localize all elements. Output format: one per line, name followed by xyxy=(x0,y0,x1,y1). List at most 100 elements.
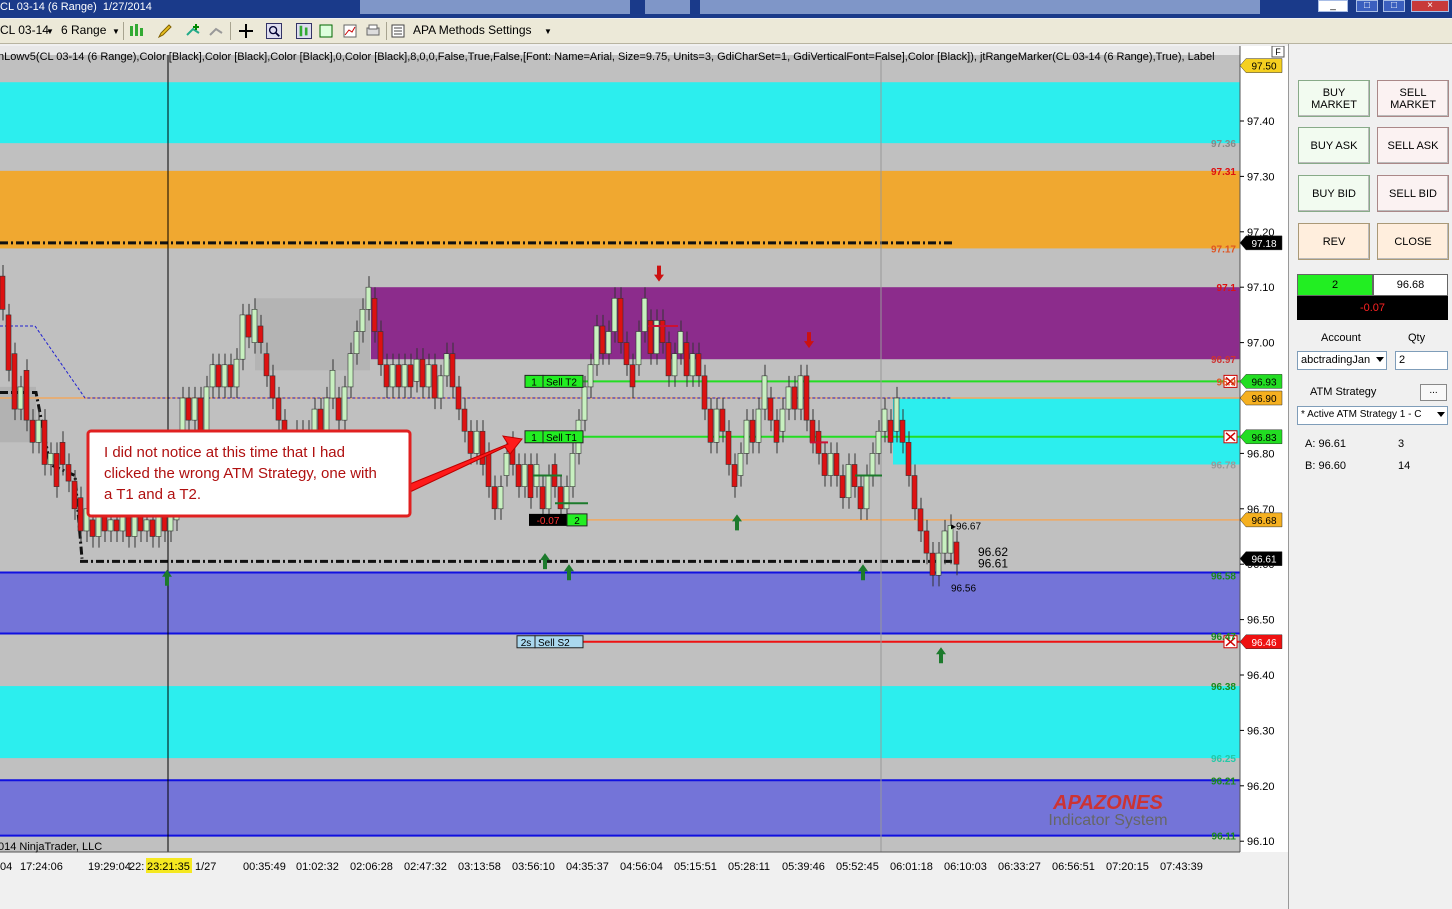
price-tick-label: 97.40 xyxy=(1247,116,1275,128)
interval-select[interactable]: 6 Range xyxy=(61,23,106,37)
stop-order-qty: 2s xyxy=(521,638,532,649)
candlestick xyxy=(497,486,504,510)
candlestick xyxy=(599,325,606,354)
candlestick xyxy=(917,508,924,532)
pencil-icon[interactable] xyxy=(157,23,173,39)
candlestick xyxy=(335,397,342,421)
zone-label: 96.25 xyxy=(1211,754,1236,765)
atm-strategy-value: * Active ATM Strategy 1 - C xyxy=(1301,409,1422,420)
crosshair-icon[interactable] xyxy=(238,23,254,39)
candlestick xyxy=(443,353,450,377)
price-tick-label: 97.00 xyxy=(1247,338,1275,350)
candlestick xyxy=(623,342,630,366)
buy-market-button[interactable]: BUY MARKET xyxy=(1298,80,1370,117)
sell-ask-button[interactable]: SELL ASK xyxy=(1377,127,1449,164)
candlestick xyxy=(755,408,762,443)
candlestick xyxy=(59,442,66,465)
chart-trader-icon[interactable] xyxy=(342,23,358,39)
candlestick xyxy=(413,358,420,382)
price-note-low: 96.56 xyxy=(951,583,976,594)
print-icon[interactable] xyxy=(365,23,381,39)
time-tick-label: 05:52:45 xyxy=(836,861,879,873)
candlestick xyxy=(65,464,72,482)
close-position-button[interactable]: CLOSE xyxy=(1377,223,1449,260)
data-box-icon[interactable] xyxy=(318,23,334,39)
candlestick xyxy=(737,453,744,476)
candlestick xyxy=(41,419,48,465)
chevron-down-icon[interactable]: ▼ xyxy=(46,27,54,36)
price-tick-label: 96.80 xyxy=(1247,448,1275,460)
price-chart[interactable]: APAZONES Indicator System nLowv5(CL 03-14 … xyxy=(0,46,1288,909)
price-note: 96.61 xyxy=(978,556,1008,570)
reverse-button[interactable]: REV xyxy=(1298,223,1370,260)
sell-market-button[interactable]: SELL MARKET xyxy=(1377,80,1449,117)
qty-stepper[interactable]: 2 xyxy=(1395,351,1448,370)
atm-strategy-select[interactable]: * Active ATM Strategy 1 - C xyxy=(1297,406,1448,425)
buy-bid-button[interactable]: BUY BID xyxy=(1298,175,1370,212)
candlestick xyxy=(449,353,456,388)
candlestick xyxy=(245,314,252,338)
toolbar-separator xyxy=(386,22,387,40)
zone-label: 97.36 xyxy=(1211,139,1236,150)
strategy-icon[interactable] xyxy=(208,23,224,39)
time-tick-label: 06:33:27 xyxy=(998,861,1041,873)
candlestick xyxy=(329,369,336,399)
maximize-button[interactable]: □ xyxy=(1356,0,1378,12)
candlestick xyxy=(53,453,60,487)
time-tick-label: 02:47:32 xyxy=(404,861,447,873)
atm-edit-button[interactable]: ... xyxy=(1420,384,1447,401)
settings-icon[interactable] xyxy=(390,23,406,39)
close-window-button[interactable]: × xyxy=(1411,0,1449,12)
atm-level-a-qty: 3 xyxy=(1398,438,1405,450)
zoom-icon[interactable] xyxy=(266,23,282,39)
candlestick xyxy=(719,408,726,432)
ninjatrader-window: CL 03-14 (6 Range) 1/27/2014 _ □ □ × CL … xyxy=(0,0,1452,909)
candlestick xyxy=(353,331,360,354)
position-avg-price: 96.68 xyxy=(1373,274,1448,296)
account-select[interactable]: abctradingJan xyxy=(1297,351,1387,370)
restore-button[interactable]: □ xyxy=(1383,0,1405,12)
buy-ask-button[interactable]: BUY ASK xyxy=(1298,127,1370,164)
properties-icon[interactable] xyxy=(296,23,312,39)
candlestick xyxy=(701,375,708,410)
sell-bid-button[interactable]: SELL BID xyxy=(1377,175,1449,212)
top-price-marker: 97.50 xyxy=(1251,62,1276,73)
candlestick xyxy=(419,358,426,388)
add-indicator-icon[interactable] xyxy=(185,23,201,39)
candlestick xyxy=(605,331,612,354)
candlestick xyxy=(515,464,522,487)
chart-canvas[interactable]: APAZONESIndicator System nLowv5(CL 03-14 … xyxy=(0,46,1288,909)
bar-type-icon[interactable] xyxy=(128,23,144,39)
zone-label: 96.9 xyxy=(1217,377,1237,388)
zone-label: 96.47 xyxy=(1211,632,1236,643)
zone-label: 96.21 xyxy=(1211,776,1236,787)
candlestick xyxy=(635,331,642,366)
time-tick-label: 04:35:37 xyxy=(566,861,609,873)
window-title: CL 03-14 (6 Range) 1/27/2014 xyxy=(0,1,152,13)
candlestick xyxy=(857,486,864,510)
candlestick xyxy=(125,514,132,537)
candlestick xyxy=(713,408,720,443)
candlestick xyxy=(929,552,936,576)
target2-order-qty: 1 xyxy=(531,377,537,388)
candlestick xyxy=(275,397,282,421)
candlestick xyxy=(491,486,498,510)
chevron-down-icon[interactable]: ▼ xyxy=(544,27,552,36)
time-tick-label: 19:29:04 xyxy=(88,861,131,873)
strategy-menu[interactable]: APA Methods Settings xyxy=(413,23,532,37)
price-note-high: ▸96.67 xyxy=(951,521,981,532)
candlestick xyxy=(935,552,942,576)
candlestick xyxy=(503,453,510,476)
chevron-down-icon[interactable]: ▼ xyxy=(112,27,120,36)
callout-text: a T1 and a T2. xyxy=(104,486,201,503)
candlestick xyxy=(347,353,354,388)
instrument-select[interactable]: CL 03-14 xyxy=(0,23,49,37)
candlestick xyxy=(941,530,948,554)
account-label: Account xyxy=(1321,332,1361,344)
supply-zone xyxy=(0,82,1240,144)
candlestick xyxy=(587,364,594,388)
zone-label: 96.11 xyxy=(1212,832,1237,843)
candlestick xyxy=(557,486,564,510)
candlestick xyxy=(401,364,408,388)
minimize-button[interactable]: _ xyxy=(1318,0,1348,12)
